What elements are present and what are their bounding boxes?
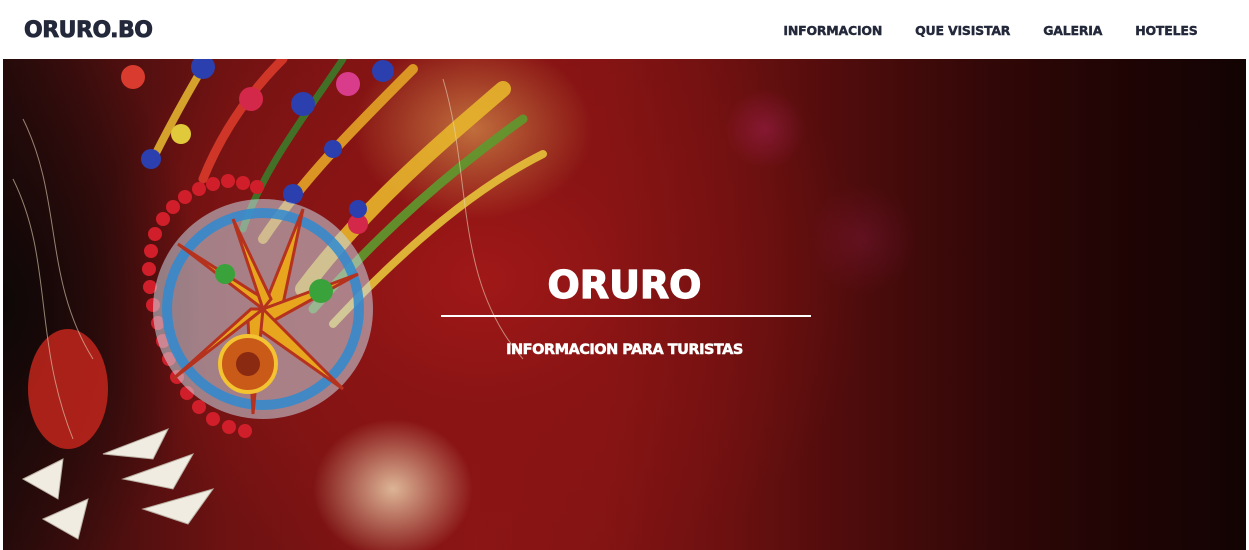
hero-content: ORURO INFORMACION PARA TURISTAS — [3, 59, 1246, 550]
nav-item-galeria: GALERIA — [1027, 3, 1119, 59]
main-nav: INFORMACION QUE VISISTAR GALERIA HOTELES — [767, 3, 1214, 59]
nav-link-hoteles[interactable]: HOTELES — [1119, 3, 1214, 59]
hero-section: ORURO INFORMACION PARA TURISTAS — [3, 59, 1246, 550]
brand-logo-link[interactable]: ORURO.BO — [24, 18, 154, 43]
nav-link-informacion[interactable]: INFORMACION — [767, 3, 899, 59]
nav-item-que-visitar: QUE VISISTAR — [899, 3, 1027, 59]
hero-title: ORURO — [547, 262, 702, 307]
navbar: ORURO.BO INFORMACION QUE VISISTAR GALERI… — [3, 3, 1246, 59]
nav-link-que-visitar[interactable]: QUE VISISTAR — [899, 3, 1027, 59]
hero-subtitle: INFORMACION PARA TURISTAS — [506, 342, 744, 359]
page: ORURO.BO INFORMACION QUE VISISTAR GALERI… — [3, 3, 1246, 550]
nav-link-galeria[interactable]: GALERIA — [1027, 3, 1119, 59]
hero-divider — [441, 315, 811, 317]
nav-item-informacion: INFORMACION — [767, 3, 899, 59]
nav-item-hoteles: HOTELES — [1119, 3, 1214, 59]
